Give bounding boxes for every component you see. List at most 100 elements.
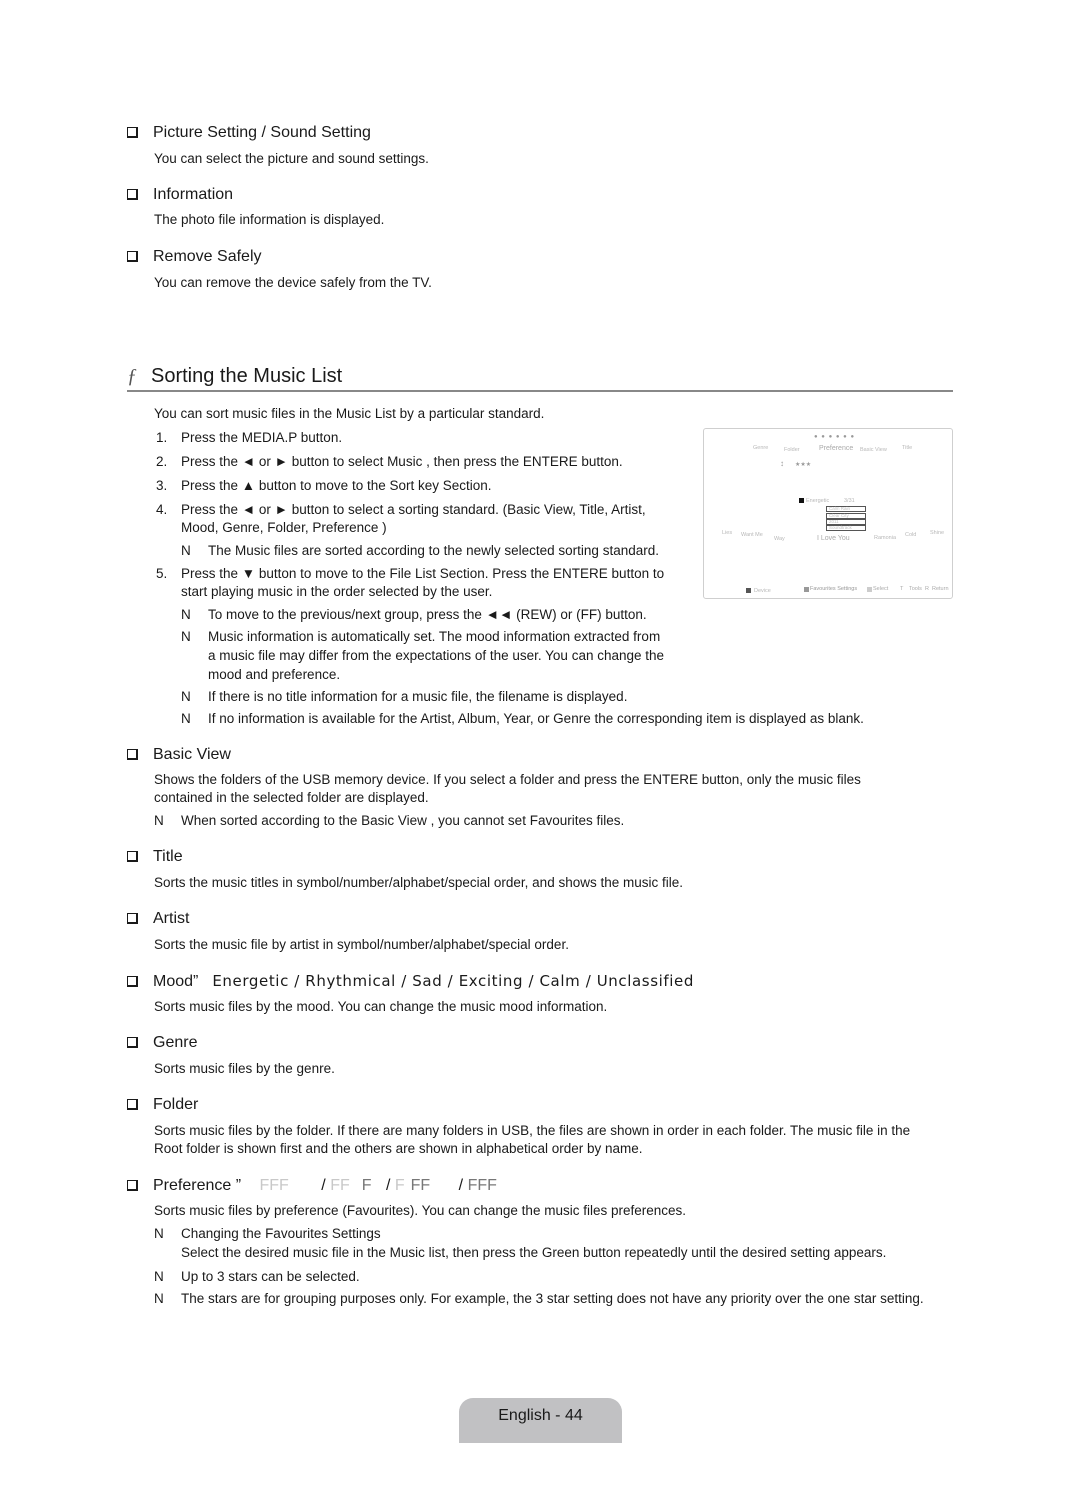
playing-label: Energetic bbox=[806, 498, 830, 504]
music-list-screen-illustration: ● ● ● ● ● ● Genre Folder Preference Basi… bbox=[703, 428, 953, 599]
note-text: To move to the previous/next group, pres… bbox=[208, 607, 647, 622]
step-5: 5. Press the ▼ button to move to the File… bbox=[156, 565, 664, 583]
song-item: Ramonia bbox=[874, 535, 897, 541]
step-number: 4. bbox=[156, 502, 168, 517]
file-counter: 3/31 bbox=[844, 498, 855, 504]
section-heading-basic-view: Basic View bbox=[127, 746, 231, 764]
song-item-current: I Love You bbox=[817, 535, 850, 542]
device-button-icon bbox=[746, 588, 751, 593]
preference-level-2: F FF bbox=[395, 1177, 430, 1194]
mood-color-icon bbox=[799, 498, 804, 503]
section-heading-text: Genre bbox=[153, 1034, 198, 1051]
note-marker-icon: N bbox=[154, 1291, 164, 1306]
checkbox-bullet-icon bbox=[127, 1180, 138, 1191]
section-heading-title: Title bbox=[127, 848, 183, 866]
select-button-icon bbox=[867, 587, 872, 592]
step-text: Press the MEDIA.P button. bbox=[181, 430, 343, 445]
preference-level-1: FF F bbox=[330, 1177, 371, 1194]
note-marker-icon: N bbox=[181, 629, 191, 644]
preference-level-0: FFF bbox=[260, 1177, 289, 1194]
separator: / bbox=[458, 1177, 464, 1194]
step-text: Press the ◄ or ► button to select a sort… bbox=[181, 502, 646, 517]
sort-tab-preference: Preference bbox=[819, 445, 854, 452]
note-marker-icon: N bbox=[154, 1269, 164, 1284]
section-heading-information: Information bbox=[127, 186, 233, 204]
note-text: The Music files are sorted according to … bbox=[208, 543, 659, 558]
chapter-bullet-icon: ƒ bbox=[127, 365, 137, 387]
footer-device: Device bbox=[754, 588, 771, 594]
group-stars: ★★★ bbox=[795, 462, 812, 468]
section-heading-text: Basic View bbox=[153, 746, 231, 763]
file-detail: Soundtrack bbox=[826, 525, 866, 531]
note-no-info: N If no information is available for the … bbox=[181, 709, 941, 728]
song-item: Cold bbox=[905, 532, 917, 538]
checkbox-bullet-icon bbox=[127, 127, 138, 138]
sort-tab-folder: Folder bbox=[784, 447, 800, 453]
song-item: Way bbox=[774, 536, 785, 542]
note-marker-icon: N bbox=[154, 1226, 164, 1241]
checkbox-bullet-icon bbox=[127, 1037, 138, 1048]
note-marker-icon: N bbox=[181, 543, 191, 558]
green-button-icon bbox=[804, 587, 809, 592]
step-3: 3. Press the ▲ button to move to the Sort… bbox=[156, 477, 492, 495]
mood-options: Energetic / Rhythmical / Sad / Exciting … bbox=[212, 972, 695, 990]
step-4: 4. Press the ◄ or ► button to select a so… bbox=[156, 501, 646, 519]
section-heading-artist: Artist bbox=[127, 910, 189, 928]
empty-stars-icon: FFF bbox=[259, 1177, 289, 1194]
step-number: 1. bbox=[156, 430, 168, 445]
section-heading-remove-safely: Remove Safely bbox=[127, 248, 262, 266]
empty-stars-icon: F bbox=[394, 1177, 405, 1194]
step-number: 2. bbox=[156, 454, 168, 469]
preference-level-3: FFF bbox=[468, 1177, 497, 1194]
section-body: You can select the picture and sound set… bbox=[154, 151, 429, 166]
section-body: Sorts the music titles in symbol/number/… bbox=[154, 875, 683, 890]
step-number: 3. bbox=[156, 478, 168, 493]
note-basic-view: N When sorted according to the Basic View… bbox=[154, 811, 854, 830]
sort-tab-title: Title bbox=[902, 445, 913, 451]
checkbox-bullet-icon bbox=[127, 251, 138, 262]
section-body: Root folder is shown first and the other… bbox=[154, 1141, 643, 1156]
section-heading-preference: Preference ” FFF / FF F / F FF / FFF bbox=[127, 1177, 497, 1195]
section-body: You can remove the device safely from th… bbox=[154, 275, 432, 290]
filled-stars-icon: FF bbox=[410, 1177, 431, 1194]
note-marker-icon: N bbox=[181, 607, 191, 622]
section-body: Shows the folders of the USB memory devi… bbox=[154, 772, 861, 787]
section-body: Sorts music files by preference (Favouri… bbox=[154, 1203, 687, 1218]
step-text: Press the ◄ or ► button to select Music … bbox=[181, 454, 623, 469]
note-text: Music information is automatically set. … bbox=[208, 629, 661, 644]
checkbox-bullet-icon bbox=[127, 913, 138, 924]
footer-favourites: Favourites Settings bbox=[810, 586, 858, 592]
note-text: If no information is available for the A… bbox=[208, 711, 864, 726]
section-body: contained in the selected folder are dis… bbox=[154, 790, 429, 805]
note-title: Changing the Favourites Settings bbox=[181, 1226, 381, 1241]
note-step4: N The Music files are sorted according to… bbox=[181, 541, 701, 560]
note-no-title: N If there is no title information for a … bbox=[181, 687, 941, 706]
section-body: Sorts music files by the genre. bbox=[154, 1061, 335, 1076]
separator: / bbox=[385, 1177, 391, 1194]
section-heading-text: Folder bbox=[153, 1096, 199, 1113]
note-stars-grouping: N The stars are for grouping purposes onl… bbox=[154, 1289, 954, 1308]
page-number-tab: English - 44 bbox=[459, 1398, 622, 1443]
chapter-title-text: Sorting the Music List bbox=[151, 365, 343, 387]
chapter-divider bbox=[127, 390, 953, 392]
filled-stars-icon: FFF bbox=[467, 1177, 497, 1194]
rating-stars: ● ● ● ● ● ● bbox=[814, 434, 856, 440]
section-heading-text: Mood” bbox=[153, 973, 199, 990]
note-marker-icon: N bbox=[181, 711, 191, 726]
empty-stars-icon: FF bbox=[330, 1177, 350, 1194]
section-heading-text: Artist bbox=[153, 910, 190, 927]
note-text: The stars are for grouping purposes only… bbox=[181, 1291, 924, 1306]
scroll-indicator-icon: ↕ bbox=[780, 459, 784, 468]
checkbox-bullet-icon bbox=[127, 1099, 138, 1110]
section-heading-genre: Genre bbox=[127, 1034, 197, 1052]
song-item: Shine bbox=[930, 530, 945, 536]
note-up-to-3-stars: N Up to 3 stars can be selected. bbox=[154, 1267, 934, 1286]
footer-select: Select bbox=[873, 586, 889, 592]
section-heading-text: Preference ” bbox=[153, 1177, 242, 1194]
note-rew-ff: N To move to the previous/next group, pre… bbox=[181, 605, 701, 624]
sort-tab-basic-view: Basic View bbox=[860, 447, 887, 453]
section-body: Sorts music files by the folder. If ther… bbox=[154, 1123, 911, 1138]
footer-return: Return bbox=[932, 586, 949, 592]
filled-stars-icon: F bbox=[361, 1177, 372, 1194]
sort-tab-genre: Genre bbox=[753, 445, 769, 451]
